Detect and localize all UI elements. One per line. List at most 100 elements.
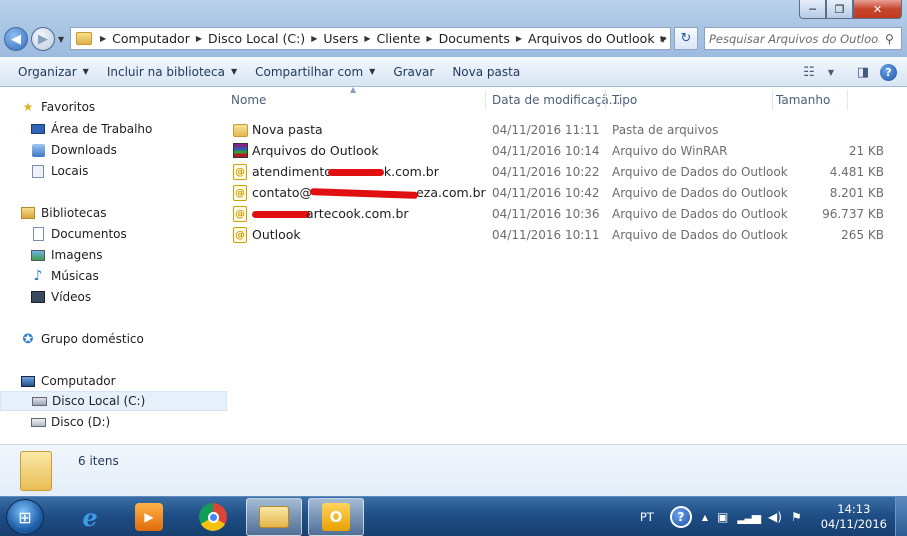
nav-homegroup[interactable]: ✪ Grupo doméstico bbox=[0, 329, 144, 349]
new-folder-button[interactable]: Nova pasta bbox=[443, 65, 529, 79]
network-signal-icon[interactable]: ▂▃▅ bbox=[737, 510, 761, 524]
chevron-down-icon[interactable]: ▼ bbox=[826, 63, 836, 81]
taskbar-windows-explorer[interactable] bbox=[246, 498, 302, 536]
file-date: 04/11/2016 10:22 bbox=[492, 165, 600, 179]
system-tray: PT ? ▲ ▣ ▂▃▅ ◀) ⚑ 14:13 04/11/2016 bbox=[640, 497, 907, 536]
breadcrumb-outlook-files[interactable]: Arquivos do Outlook bbox=[524, 31, 659, 46]
column-divider[interactable] bbox=[485, 90, 486, 110]
minimize-button[interactable]: ─ bbox=[799, 0, 826, 19]
taskbar-media-player[interactable]: ▶ bbox=[121, 498, 177, 536]
redaction-mark bbox=[252, 211, 310, 218]
organize-button[interactable]: Organizar ▼ bbox=[9, 65, 98, 79]
nav-desktop[interactable]: Área de Trabalho bbox=[0, 119, 152, 139]
chevron-right-icon[interactable]: ▶ bbox=[98, 34, 108, 43]
column-header-name[interactable]: Nome bbox=[231, 93, 266, 107]
breadcrumb-disk-c[interactable]: Disco Local (C:) bbox=[204, 31, 309, 46]
file-name: artecook.com.br bbox=[252, 206, 409, 221]
back-button[interactable]: ◀ bbox=[4, 27, 28, 51]
drive-icon bbox=[31, 393, 47, 409]
refresh-icon: ↻ bbox=[680, 31, 692, 46]
address-bar[interactable]: ▶ Computador ▶ Disco Local (C:) ▶ Users … bbox=[70, 27, 671, 50]
file-row[interactable]: @ atendimento k.com.br 04/11/2016 10:22 A… bbox=[227, 161, 907, 182]
file-row[interactable]: @ contato@ eza.com.br 04/11/2016 10:42 Ar… bbox=[227, 182, 907, 203]
share-button[interactable]: Compartilhar com ▼ bbox=[246, 65, 384, 79]
search-box[interactable]: ⚲ bbox=[704, 27, 902, 50]
nav-downloads[interactable]: Downloads bbox=[0, 140, 117, 160]
close-button[interactable]: ✕ bbox=[853, 0, 902, 19]
breadcrumb-computer[interactable]: Computador bbox=[108, 31, 194, 46]
breadcrumb-users[interactable]: Users bbox=[319, 31, 362, 46]
file-date: 04/11/2016 10:14 bbox=[492, 144, 600, 158]
chevron-right-icon[interactable]: ▶ bbox=[424, 34, 434, 43]
language-indicator[interactable]: PT bbox=[640, 510, 654, 524]
window-title-bar: ─ ❐ ✕ ◀ ▶ ▼ ▶ Computador ▶ Disco Local (… bbox=[0, 0, 907, 57]
recent-pages-dropdown[interactable]: ▼ bbox=[58, 35, 64, 44]
column-divider[interactable] bbox=[847, 90, 848, 110]
nav-disk-d[interactable]: Disco (D:) bbox=[0, 412, 110, 432]
chevron-right-icon[interactable]: ▶ bbox=[362, 34, 372, 43]
nav-music[interactable]: ♪ Músicas bbox=[0, 266, 99, 286]
nav-libraries[interactable]: Bibliotecas bbox=[0, 203, 106, 223]
nav-places[interactable]: Locais bbox=[0, 161, 88, 181]
burn-button[interactable]: Gravar bbox=[384, 65, 443, 79]
column-header-date[interactable]: Data de modificaçã... bbox=[492, 93, 620, 107]
nav-favorites[interactable]: ★ Favoritos bbox=[0, 97, 96, 117]
drive-icon bbox=[30, 414, 46, 430]
folder-icon bbox=[233, 122, 249, 138]
show-hidden-icons[interactable]: ▲ bbox=[702, 513, 708, 522]
nav-computer[interactable]: Computador bbox=[0, 371, 116, 391]
file-type: Arquivo de Dados do Outlook bbox=[612, 228, 788, 242]
computer-icon bbox=[20, 373, 36, 389]
file-row[interactable]: @ Outlook 04/11/2016 10:11 Arquivo de Da… bbox=[227, 224, 907, 245]
show-desktop-button[interactable] bbox=[895, 497, 907, 536]
breadcrumb-cliente[interactable]: Cliente bbox=[373, 31, 425, 46]
file-name-suffix: eza.com.br bbox=[416, 185, 486, 200]
help-icon[interactable]: ? bbox=[669, 506, 692, 528]
nav-documents[interactable]: Documentos bbox=[0, 224, 127, 244]
taskbar-outlook[interactable]: O bbox=[308, 498, 364, 536]
column-header-type[interactable]: Tipo bbox=[612, 93, 637, 107]
nav-videos[interactable]: Vídeos bbox=[0, 287, 91, 307]
arrow-right-icon: ▶ bbox=[38, 31, 48, 47]
refresh-button[interactable]: ↻ bbox=[674, 27, 698, 50]
file-row[interactable]: @ artecook.com.br 04/11/2016 10:36 Arqui… bbox=[227, 203, 907, 224]
music-icon: ♪ bbox=[33, 268, 43, 284]
file-size: 8.201 KB bbox=[829, 186, 884, 200]
column-divider[interactable] bbox=[772, 90, 773, 110]
forward-button[interactable]: ▶ bbox=[31, 27, 55, 51]
preview-pane-icon[interactable]: ◨ bbox=[852, 63, 874, 81]
file-row[interactable]: Nova pasta 04/11/2016 11:11 Pasta de arq… bbox=[227, 119, 907, 140]
search-icon[interactable]: ⚲ bbox=[885, 32, 894, 46]
breadcrumb-documents[interactable]: Documents bbox=[435, 31, 514, 46]
action-center-flag-icon[interactable]: ⚑ bbox=[791, 510, 802, 524]
help-icon[interactable]: ? bbox=[880, 63, 897, 81]
nav-desktop-label: Área de Trabalho bbox=[51, 122, 153, 136]
chevron-right-icon[interactable]: ▶ bbox=[309, 34, 319, 43]
include-library-button[interactable]: Incluir na biblioteca ▼ bbox=[98, 65, 246, 79]
view-options-icon[interactable]: ☷ bbox=[798, 63, 820, 81]
file-row[interactable]: Arquivos do Outlook 04/11/2016 10:14 Arq… bbox=[227, 140, 907, 161]
nav-disk-c-label: Disco Local (C:) bbox=[52, 394, 146, 408]
chevron-right-icon[interactable]: ▶ bbox=[194, 34, 204, 43]
nav-images-label: Imagens bbox=[51, 248, 103, 262]
taskbar-chrome[interactable] bbox=[185, 498, 241, 536]
nav-videos-label: Vídeos bbox=[51, 290, 92, 304]
address-history-dropdown[interactable]: ▼ bbox=[660, 35, 666, 44]
device-icon[interactable]: ▣ bbox=[717, 510, 728, 524]
column-header-size[interactable]: Tamanho bbox=[776, 93, 830, 107]
file-name-prefix: atendimento bbox=[252, 164, 332, 179]
file-name: Arquivos do Outlook bbox=[252, 143, 379, 158]
taskbar-internet-explorer[interactable]: e bbox=[62, 498, 118, 536]
chevron-right-icon[interactable]: ▶ bbox=[514, 34, 524, 43]
clock[interactable]: 14:13 04/11/2016 bbox=[821, 502, 887, 532]
file-name-prefix: contato@ bbox=[252, 185, 313, 200]
nav-images[interactable]: Imagens bbox=[0, 245, 102, 265]
maximize-button[interactable]: ❐ bbox=[826, 0, 853, 19]
search-input[interactable] bbox=[705, 31, 879, 46]
volume-icon[interactable]: ◀) bbox=[768, 510, 782, 524]
videos-icon bbox=[30, 289, 46, 305]
column-divider[interactable] bbox=[605, 90, 606, 110]
downloads-icon bbox=[30, 142, 46, 158]
nav-disk-c[interactable]: Disco Local (C:) bbox=[0, 391, 227, 411]
start-button[interactable]: ⊞ bbox=[6, 499, 44, 535]
